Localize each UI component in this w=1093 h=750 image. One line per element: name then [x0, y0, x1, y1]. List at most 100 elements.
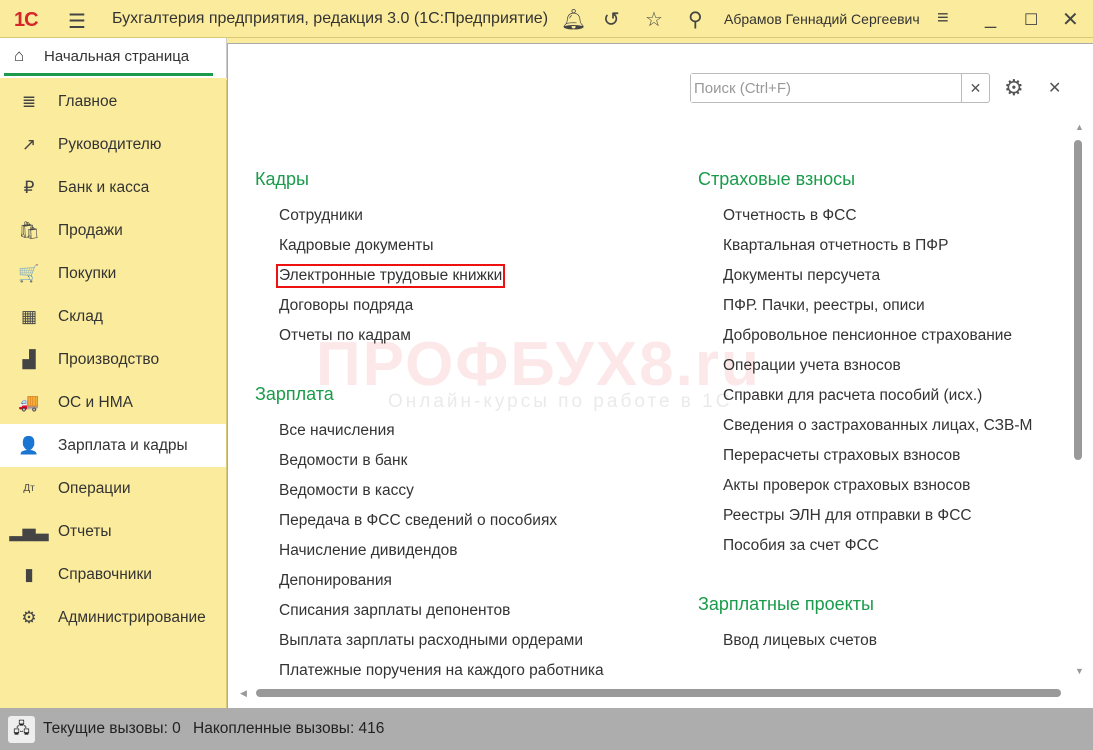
scroll-up-arrow[interactable]: ▲ — [1075, 122, 1084, 132]
section-icon: 🚚 — [18, 392, 40, 412]
sidebar-item[interactable]: ▦ Склад — [0, 295, 226, 338]
scroll-left-arrow[interactable]: ◀ — [240, 688, 247, 699]
close-icon[interactable]: ✕ — [1062, 7, 1079, 32]
horizontal-scrollbar[interactable] — [256, 689, 1061, 697]
nav-link[interactable]: Сотрудники — [279, 207, 363, 225]
section-icon: 🛍 — [18, 220, 40, 240]
nav-link[interactable]: Начисление дивидендов — [279, 542, 458, 560]
monitor-icon[interactable]: 🖧 — [8, 716, 35, 743]
nav-link[interactable]: Сведения о застрахованных лицах, СЗВ-М — [723, 417, 1032, 435]
current-calls: Текущие вызовы: 0 — [43, 720, 181, 737]
group-title: Страховые взносы — [698, 169, 856, 189]
section-icon: ▟ — [22, 349, 36, 369]
section-icon: 👤 — [18, 435, 40, 455]
sidebar-item[interactable]: ≣ Главное — [0, 80, 226, 123]
settings-menu-icon[interactable]: ≡ — [937, 7, 949, 30]
sidebar-item-label: Склад — [58, 307, 103, 325]
nav-link[interactable]: Перерасчеты страховых взносов — [723, 447, 960, 465]
group-title: Зарплатные проекты — [698, 594, 874, 614]
sidebar-item-label: Продажи — [58, 221, 123, 239]
sidebar-item-label: Операции — [58, 479, 131, 497]
gear-icon[interactable]: ⚙ — [1004, 75, 1024, 101]
main-panel: ✕ ⚙ ✕ ПРОФБУХ8.ru Онлайн-курсы по работе… — [227, 43, 1093, 708]
nav-link[interactable]: Электронные трудовые книжки — [275, 264, 506, 288]
nav-link[interactable]: Отчетность в ФСС — [723, 207, 857, 225]
section-icon: Дт — [23, 483, 35, 494]
nav-link[interactable]: Депонирования — [279, 572, 392, 590]
sidebar-item[interactable]: 👤 Зарплата и кадры — [0, 424, 226, 467]
star-icon[interactable]: ☆ — [645, 7, 663, 32]
sidebar-item-label: Производство — [58, 350, 160, 368]
accumulated-calls: Накопленные вызовы: 416 — [193, 720, 385, 737]
tab-bar: ⌂ Начальная страница — [0, 38, 227, 78]
nav-link[interactable]: Ввод лицевых счетов — [723, 632, 877, 650]
vertical-scrollbar[interactable] — [1074, 124, 1082, 669]
sidebar-item-label: Администрирование — [58, 608, 206, 626]
sidebar-item[interactable]: ₽ Банк и касса — [0, 166, 226, 209]
search-input[interactable] — [691, 74, 961, 102]
nav-link[interactable]: Документы персучета — [723, 267, 880, 285]
status-bar: 🖧 Текущие вызовы: 0 Накопленные вызовы: … — [0, 708, 1093, 750]
group-title: Кадры — [255, 169, 309, 189]
scroll-down-arrow[interactable]: ▼ — [1075, 666, 1084, 676]
history-icon[interactable]: ↺ — [603, 7, 620, 32]
sidebar-item[interactable]: Дт Операции — [0, 467, 226, 510]
nav-link[interactable]: ПФР. Пачки, реестры, описи — [723, 297, 925, 315]
tab-home[interactable]: ⌂ Начальная страница — [4, 38, 213, 76]
nav-link[interactable]: Все начисления — [279, 422, 395, 440]
sidebar-item[interactable]: 🛍 Продажи — [0, 209, 226, 252]
menu-icon[interactable]: ☰ — [68, 9, 86, 34]
nav-link[interactable]: Реестры ЭЛН для отправки в ФСС — [723, 507, 972, 525]
sidebar-item[interactable]: ▂▅▃ Отчеты — [0, 510, 226, 553]
nav-link[interactable]: Отчеты по кадрам — [279, 327, 411, 345]
vertical-scroll-thumb[interactable] — [1074, 140, 1082, 460]
nav-link[interactable]: Платежные поручения на каждого работника — [279, 662, 604, 680]
sidebar-item[interactable]: 🚚 ОС и НМА — [0, 381, 226, 424]
bell-icon[interactable]: 🔔︎ — [561, 7, 586, 32]
nav-link[interactable]: Выплата зарплаты расходными ордерами — [279, 632, 583, 650]
sidebar-item-label: Главное — [58, 92, 118, 110]
nav-link[interactable]: Кадровые документы — [279, 237, 434, 255]
section-icon: ▂▅▃ — [9, 521, 49, 541]
nav-link[interactable]: Передача в ФСС сведений о пособиях — [279, 512, 557, 530]
maximize-icon[interactable]: ☐ — [1024, 10, 1038, 30]
user-name[interactable]: Абрамов Геннадий Сергеевич — [724, 11, 920, 27]
section-icon: ▦ — [20, 306, 38, 326]
nav-link[interactable]: Квартальная отчетность в ПФР — [723, 237, 948, 255]
nav-link[interactable]: Договоры подряда — [279, 297, 413, 315]
nav-link[interactable]: Ведомости в банк — [279, 452, 407, 470]
search-icon[interactable]: ⚲ — [688, 7, 703, 32]
app-title: Бухгалтерия предприятия, редакция 3.0 (1… — [112, 10, 549, 27]
nav-link[interactable]: Добровольное пенсионное страхование — [723, 327, 1012, 345]
nav-link[interactable]: Справки для расчета пособий (исх.) — [723, 387, 982, 405]
sidebar-item-label: Покупки — [58, 264, 117, 282]
close-panel-icon[interactable]: ✕ — [1048, 78, 1061, 98]
sidebar-item-label: Руководителю — [58, 135, 162, 153]
section-icon: ↗ — [21, 134, 37, 154]
watermark-tagline: Онлайн-курсы по работе в 1С — [388, 391, 733, 412]
sidebar-item[interactable]: ↗ Руководителю — [0, 123, 226, 166]
minimize-icon[interactable]: _ — [985, 7, 996, 30]
scroll-right-arrow[interactable]: ▶ — [1054, 688, 1061, 699]
sidebar-item[interactable]: 🛒 Покупки — [0, 252, 226, 295]
nav-link[interactable]: Пособия за счет ФСС — [723, 537, 879, 555]
nav-link[interactable]: Ведомости в кассу — [279, 482, 414, 500]
group-title: Зарплата — [255, 384, 334, 404]
sidebar: ≣ Главное ↗ Руководителю ₽ Банк и касса 🛍 Прода… — [0, 80, 227, 708]
sidebar-item-label: Справочники — [58, 565, 152, 583]
sidebar-item[interactable]: ▟ Производство — [0, 338, 226, 381]
clear-search-icon[interactable]: ✕ — [961, 74, 989, 102]
sidebar-item-label: ОС и НМА — [58, 393, 133, 411]
sidebar-item[interactable]: ⚙ Администрирование — [0, 596, 226, 639]
sidebar-item[interactable]: ▮ Справочники — [0, 553, 226, 596]
nav-link[interactable]: Списания зарплаты депонентов — [279, 602, 510, 620]
sidebar-item-label: Банк и касса — [58, 178, 150, 196]
section-icon: ₽ — [23, 177, 35, 197]
section-icon: ≣ — [21, 91, 37, 111]
nav-link[interactable]: Акты проверок страховых взносов — [723, 477, 970, 495]
nav-link[interactable]: Операции учета взносов — [723, 357, 901, 375]
title-bar: 1С ☰ Бухгалтерия предприятия, редакция 3… — [0, 0, 1093, 38]
home-icon: ⌂ — [14, 46, 25, 65]
1c-logo: 1С — [14, 9, 39, 31]
sidebar-item-label: Зарплата и кадры — [58, 436, 188, 454]
